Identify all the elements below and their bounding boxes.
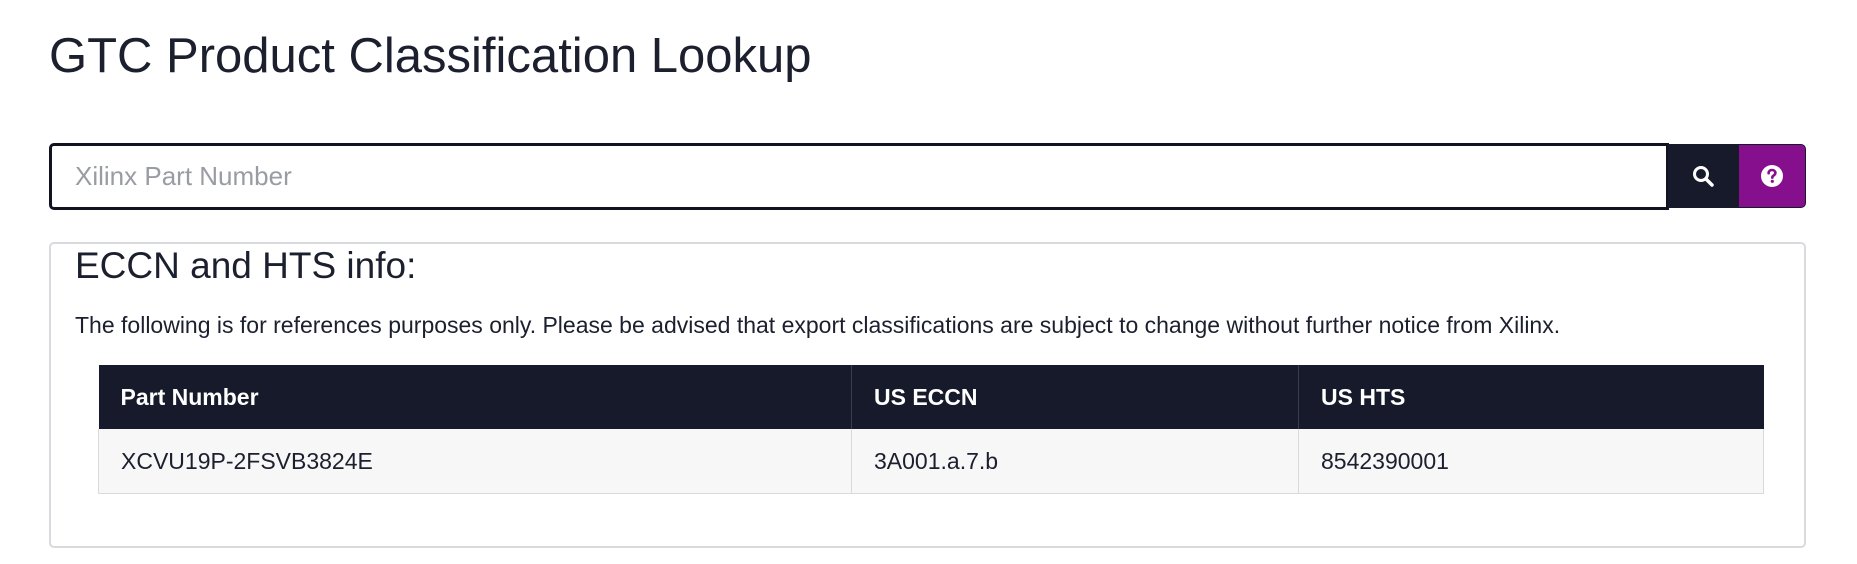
page-title: GTC Product Classification Lookup — [49, 29, 812, 83]
question-circle-icon — [1761, 165, 1783, 187]
cell-us-eccn: 3A001.a.7.b — [851, 429, 1299, 494]
table-header-row: Part Number US ECCN US HTS — [98, 365, 1764, 429]
disclaimer-text: The following is for references purposes… — [75, 312, 1561, 338]
cell-us-hts: 8542390001 — [1298, 429, 1764, 494]
info-heading: ECCN and HTS info: — [75, 245, 417, 286]
search-bar — [49, 143, 1806, 210]
part-number-search-input[interactable] — [49, 143, 1669, 210]
classification-table: Part Number US ECCN US HTS XCVU19P-2FSVB… — [98, 365, 1764, 494]
help-button[interactable] — [1738, 144, 1806, 208]
column-header-us-eccn: US ECCN — [851, 365, 1299, 429]
search-button[interactable] — [1668, 144, 1738, 208]
column-header-part-number: Part Number — [98, 365, 852, 429]
table-row: XCVU19P-2FSVB3824E 3A001.a.7.b 854239000… — [98, 429, 1764, 494]
search-icon — [1693, 166, 1714, 187]
cell-part-number: XCVU19P-2FSVB3824E — [98, 429, 852, 494]
column-header-us-hts: US HTS — [1298, 365, 1764, 429]
eccn-hts-info-card: ECCN and HTS info: The following is for … — [49, 242, 1806, 548]
